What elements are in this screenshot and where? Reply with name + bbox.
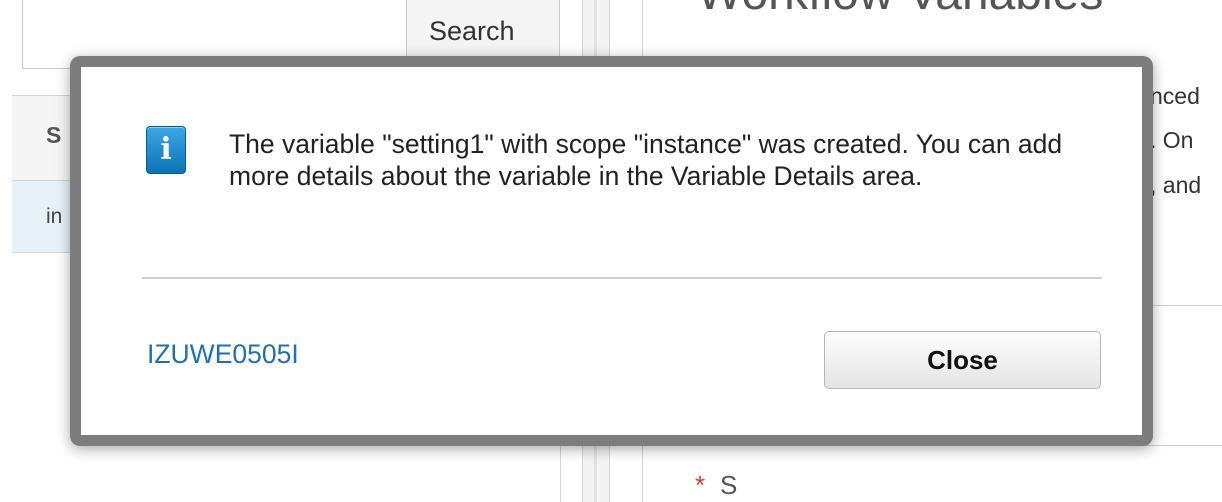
info-dialog: i The variable "setting1" with scope "in… <box>70 56 1153 446</box>
dialog-message: The variable "setting1" with scope "inst… <box>229 129 1063 191</box>
screen: Search S in Workflow Variables nced . On… <box>0 0 1222 502</box>
close-button[interactable]: Close <box>824 331 1101 389</box>
message-id-link[interactable]: IZUWE0505I <box>147 339 299 370</box>
dialog-content: i The variable "setting1" with scope "in… <box>11 11 1222 502</box>
info-icon: i <box>146 126 186 174</box>
dialog-divider <box>142 277 1102 279</box>
